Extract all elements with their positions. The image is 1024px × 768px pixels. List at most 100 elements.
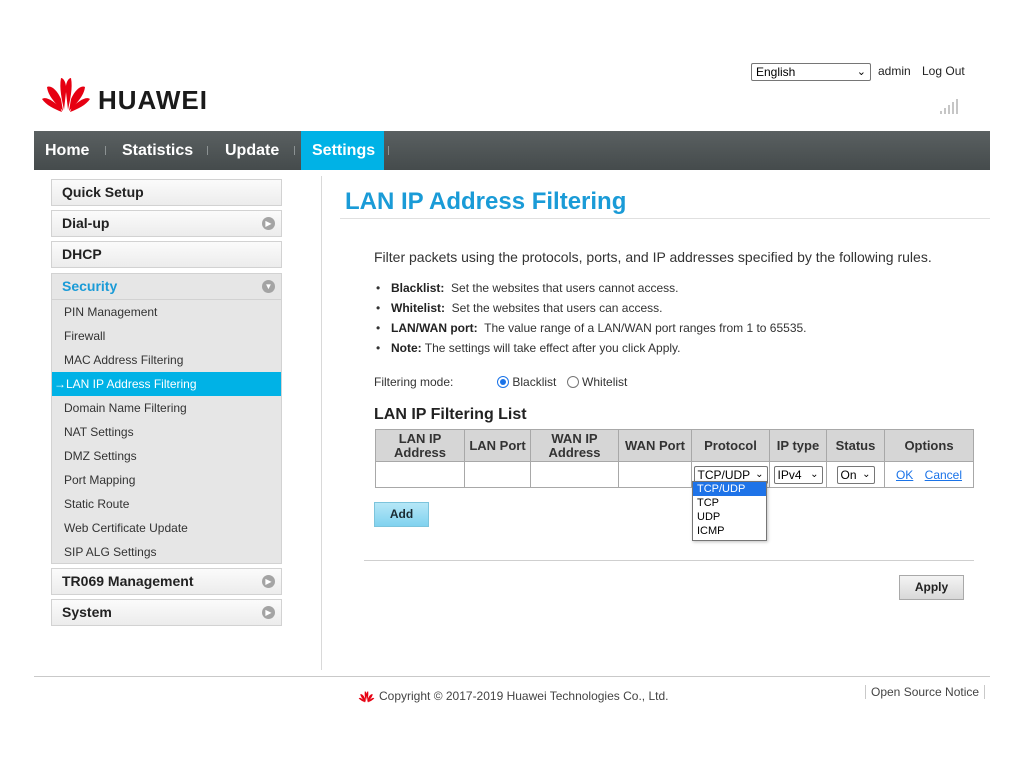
ip-type-select[interactable]: IPv4 ⌄ xyxy=(773,465,823,484)
sidebar-item-nat-settings[interactable]: NAT Settings xyxy=(52,420,281,444)
nav-statistics[interactable]: Statistics xyxy=(111,131,204,170)
sidebar-dial-up[interactable]: Dial-up ▶ xyxy=(51,210,282,237)
apply-button[interactable]: Apply xyxy=(899,575,964,600)
note-term: Whitelist: xyxy=(391,301,445,315)
blacklist-label: Blacklist xyxy=(512,375,557,389)
sidebar-item-label: DMZ Settings xyxy=(64,449,137,463)
note-text: Set the websites that users can access. xyxy=(451,301,663,315)
sidebar-item-label: NAT Settings xyxy=(64,425,134,439)
column-header: Options xyxy=(884,429,974,462)
chevron-right-icon: ▶ xyxy=(262,606,275,619)
nav-home[interactable]: Home xyxy=(34,131,100,170)
list-title: LAN IP Filtering List xyxy=(374,406,527,423)
title-divider xyxy=(340,218,990,219)
column-header: LAN Port xyxy=(464,429,531,462)
sidebar-item-label: PIN Management xyxy=(64,305,158,319)
sidebar-item-lan-ip-filtering[interactable]: →LAN IP Address Filtering xyxy=(52,372,281,396)
protocol-option[interactable]: TCP xyxy=(693,496,766,510)
logout-link[interactable]: Log Out xyxy=(922,64,965,78)
sidebar-item-label: MAC Address Filtering xyxy=(64,353,184,367)
chevron-down-icon: ⌄ xyxy=(862,468,871,480)
nav-update[interactable]: Update xyxy=(214,131,290,170)
protocol-option[interactable]: ICMP xyxy=(693,524,766,538)
column-header: IP type xyxy=(769,429,827,462)
language-select[interactable]: English ⌄ xyxy=(751,63,871,81)
protocol-option[interactable]: UDP xyxy=(693,510,766,524)
ok-link[interactable]: OK xyxy=(896,468,913,482)
chevron-down-icon: ▼ xyxy=(262,280,275,293)
sidebar-section-label: Dial-up xyxy=(62,215,110,231)
note-item: LAN/WAN port: The value range of a LAN/W… xyxy=(374,320,974,340)
main-content: LAN IP Address Filtering Filter packets … xyxy=(322,170,990,670)
note-text: Set the websites that users cannot acces… xyxy=(451,281,679,295)
protocol-option[interactable]: TCP/UDP xyxy=(693,482,766,496)
sidebar-item-firewall[interactable]: Firewall xyxy=(52,324,281,348)
column-header: Protocol xyxy=(691,429,770,462)
intro-text: Filter packets using the protocols, port… xyxy=(374,249,932,265)
add-button[interactable]: Add xyxy=(374,502,429,527)
sidebar-item-label: Domain Name Filtering xyxy=(64,401,187,415)
huawei-flower-icon xyxy=(42,78,90,112)
sidebar-dhcp[interactable]: DHCP xyxy=(51,241,282,268)
filter-rules-table: LAN IP Address LAN Port WAN IP Address W… xyxy=(375,429,974,488)
column-header: LAN IP Address xyxy=(375,429,465,462)
sidebar-tr069[interactable]: TR069 Management ▶ xyxy=(51,568,282,595)
status-select[interactable]: On ⌄ xyxy=(836,465,875,484)
apply-divider xyxy=(364,560,974,561)
cancel-link[interactable]: Cancel xyxy=(925,468,962,482)
sidebar-item-mac-filtering[interactable]: MAC Address Filtering xyxy=(52,348,281,372)
username-label: admin xyxy=(878,64,911,78)
sidebar-item-label: LAN IP Address Filtering xyxy=(66,377,197,391)
sidebar-section-label: DHCP xyxy=(62,246,102,262)
whitelist-radio[interactable] xyxy=(567,376,580,388)
copyright-text: Copyright © 2017-2019 Huawei Technologie… xyxy=(379,689,669,703)
lan-ip-cell[interactable] xyxy=(375,461,465,488)
copyright: Copyright © 2017-2019 Huawei Technologie… xyxy=(358,689,668,703)
signal-strength-icon xyxy=(940,98,966,114)
wan-port-cell[interactable] xyxy=(618,461,692,488)
note-item: Whitelist: Set the websites that users c… xyxy=(374,300,974,320)
sidebar-item-domain-filtering[interactable]: Domain Name Filtering xyxy=(52,396,281,420)
filtering-mode-label: Filtering mode: xyxy=(374,375,454,389)
sidebar-quick-setup[interactable]: Quick Setup xyxy=(51,179,282,206)
sidebar-security[interactable]: Security ▼ xyxy=(51,273,282,300)
sidebar-item-pin-management[interactable]: PIN Management xyxy=(52,300,281,324)
open-source-notice-link[interactable]: Open Source Notice xyxy=(865,685,986,699)
sidebar-item-label: Firewall xyxy=(64,329,106,343)
sidebar-item-dmz-settings[interactable]: DMZ Settings xyxy=(52,444,281,468)
sidebar-item-label: Port Mapping xyxy=(64,473,136,487)
nav-settings[interactable]: Settings xyxy=(301,131,384,170)
note-item: Note: The settings will take effect afte… xyxy=(374,340,974,360)
status-cell: On ⌄ xyxy=(826,461,885,488)
sidebar-item-static-route[interactable]: Static Route xyxy=(52,492,281,516)
protocol-value: TCP/UDP xyxy=(697,467,751,482)
huawei-logo: HUAWEI xyxy=(40,74,210,115)
sidebar-item-web-certificate[interactable]: Web Certificate Update xyxy=(52,516,281,540)
sidebar-item-port-mapping[interactable]: Port Mapping xyxy=(52,468,281,492)
lan-port-cell[interactable] xyxy=(464,461,531,488)
chevron-down-icon: ⌄ xyxy=(810,468,819,480)
ip-type-value: IPv4 xyxy=(777,467,802,482)
blacklist-radio[interactable] xyxy=(497,376,510,388)
sidebar-item-sip-alg[interactable]: SIP ALG Settings xyxy=(52,540,281,564)
security-submenu: PIN Management Firewall MAC Address Filt… xyxy=(51,300,282,564)
nav-separator xyxy=(105,146,106,155)
ip-type-cell: IPv4 ⌄ xyxy=(769,461,827,488)
note-term: Blacklist: xyxy=(391,281,445,295)
arrow-right-icon: → xyxy=(54,377,66,391)
options-cell: OK Cancel xyxy=(884,461,974,488)
chevron-right-icon: ▶ xyxy=(262,217,275,230)
nav-separator xyxy=(207,146,208,155)
filtering-mode-row: Filtering mode: Blacklist Whitelist xyxy=(374,375,627,389)
whitelist-label: Whitelist xyxy=(582,375,628,389)
sidebar-system[interactable]: System ▶ xyxy=(51,599,282,626)
footer-divider xyxy=(34,676,990,677)
table-row: TCP/UDP ⌄ IPv4 ⌄ On ⌄ OK Cancel xyxy=(375,461,974,488)
wan-ip-cell[interactable] xyxy=(530,461,619,488)
column-header: Status xyxy=(826,429,885,462)
sidebar-section-label: Security xyxy=(62,278,118,294)
status-value: On xyxy=(840,467,857,482)
huawei-flower-icon xyxy=(358,691,375,703)
rules-notes: Blacklist: Set the websites that users c… xyxy=(374,280,974,360)
note-term: LAN/WAN port: xyxy=(391,321,478,335)
